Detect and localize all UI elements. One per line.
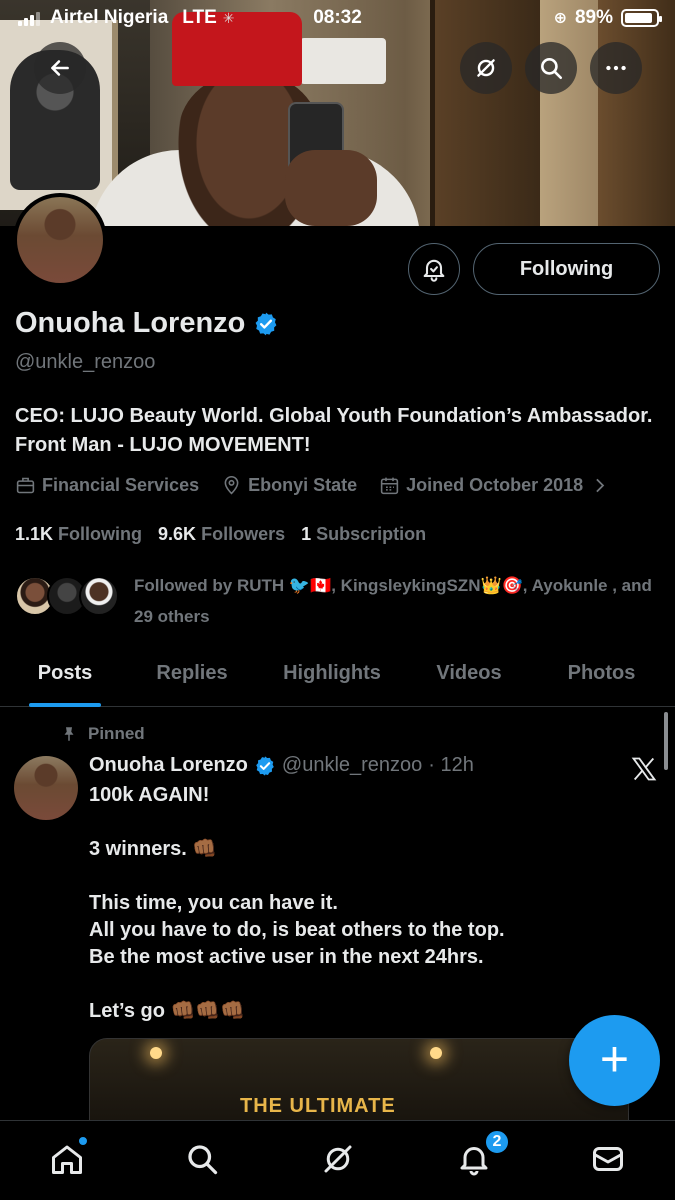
- post-text: 100k AGAIN! 3 winners. 👊🏾 This time, you…: [89, 784, 505, 1022]
- subscription-count-label: Subscription: [316, 524, 427, 544]
- profile-joined[interactable]: Joined October 2018: [379, 475, 610, 496]
- follower-avatar: [79, 576, 119, 616]
- post-header: Onuoha Lorenzo @unkle_renzoo · 12h: [89, 754, 474, 777]
- nav-home[interactable]: [47, 1135, 89, 1179]
- location-pin-icon: [224, 475, 239, 495]
- chevron-right-icon: [596, 478, 605, 493]
- profile-handle: @unkle_renzoo: [15, 351, 156, 373]
- profile-tabs: Posts Replies Highlights Videos Photos: [0, 640, 675, 707]
- followed-by-text: Followed by RUTH 🐦🇨🇦, KingsleykingSZN👑🎯,…: [134, 576, 652, 626]
- compose-post-button[interactable]: +: [569, 1015, 660, 1106]
- calendar-icon: [380, 477, 399, 495]
- search-icon: [188, 1145, 218, 1175]
- following-count: 1.1K: [15, 524, 54, 544]
- arrow-left-icon: [51, 60, 69, 76]
- following-count-label: Following: [58, 524, 143, 544]
- post-time: · 12h: [428, 754, 474, 776]
- profile-category: Financial Services: [15, 475, 199, 496]
- nav-search[interactable]: [182, 1139, 222, 1179]
- grok-icon: [324, 1145, 352, 1173]
- more-horizontal-icon: [606, 65, 626, 71]
- followed-by-row[interactable]: Followed by RUTH 🐦🇨🇦, KingsleykingSZN👑🎯,…: [15, 570, 660, 632]
- briefcase-icon: [16, 477, 35, 494]
- nav-grok[interactable]: [318, 1139, 358, 1179]
- rotation-lock-icon: ⊕: [553, 10, 567, 27]
- notifications-badge: 2: [484, 1129, 510, 1155]
- followers-count: 9.6K: [158, 524, 197, 544]
- nav-messages[interactable]: [588, 1139, 628, 1179]
- back-button[interactable]: [34, 42, 86, 94]
- tab-highlights[interactable]: Highlights: [254, 640, 410, 707]
- tab-replies[interactable]: Replies: [130, 640, 254, 707]
- home-unread-dot: [77, 1135, 89, 1147]
- nav-notifications[interactable]: 2: [454, 1129, 510, 1179]
- bell-check-icon: [423, 259, 445, 282]
- following-count-link[interactable]: 1.1K Following: [15, 524, 142, 545]
- profile-bio: CEO: LUJO Beauty World. Global Youth Fou…: [15, 405, 653, 456]
- post-author-handle: @unkle_renzoo: [281, 754, 423, 776]
- profile-name-row: Onuoha Lorenzo: [15, 307, 279, 340]
- more-button[interactable]: [590, 42, 642, 94]
- profile-counts: 1.1K Following 9.6K Followers 1 Subscrip…: [15, 524, 426, 545]
- grok-button[interactable]: [460, 42, 512, 94]
- banner-hand: [285, 150, 377, 226]
- banner-air-conditioner: [300, 38, 386, 84]
- verified-badge-icon: [256, 755, 274, 776]
- subscription-count: 1: [301, 524, 312, 544]
- media-light: [150, 1047, 162, 1059]
- category-label: Financial Services: [42, 475, 200, 495]
- joined-label: Joined October 2018: [406, 475, 584, 495]
- verified-badge-icon[interactable]: [253, 311, 279, 337]
- media-light: [430, 1047, 442, 1059]
- profile-meta: Financial Services Ebonyi State Joined O…: [15, 475, 610, 496]
- grok-icon: [477, 59, 495, 77]
- battery-percent: 89%: [574, 7, 613, 28]
- profile-location: Ebonyi State: [221, 475, 357, 496]
- battery-icon: [621, 9, 662, 27]
- following-button[interactable]: Following: [473, 243, 660, 295]
- messages-icon: [593, 1147, 623, 1171]
- tab-videos[interactable]: Videos: [410, 640, 528, 707]
- search-button[interactable]: [525, 42, 577, 94]
- subscription-count-link[interactable]: 1 Subscription: [301, 524, 426, 545]
- post-author-name[interactable]: Onuoha Lorenzo: [89, 754, 248, 777]
- bottom-navigation: 2: [0, 1120, 675, 1200]
- scrollbar[interactable]: [664, 712, 668, 770]
- notifications-toggle-button[interactable]: [408, 243, 460, 295]
- tab-photos[interactable]: Photos: [528, 640, 675, 707]
- profile-name: Onuoha Lorenzo: [15, 307, 246, 339]
- tab-posts[interactable]: Posts: [0, 640, 130, 707]
- plus-icon: +: [599, 1030, 630, 1087]
- search-icon: [541, 58, 563, 80]
- followers-count-link[interactable]: 9.6K Followers: [158, 524, 285, 545]
- profile-avatar[interactable]: [13, 193, 107, 287]
- pin-icon: [64, 727, 74, 741]
- x-logo-icon: [631, 757, 657, 781]
- followers-count-label: Followers: [201, 524, 286, 544]
- pinned-label: Pinned: [88, 724, 145, 743]
- location-label: Ebonyi State: [248, 475, 358, 495]
- post-media[interactable]: THE ULTIMATE: [89, 1038, 629, 1128]
- status-bar: Airtel Nigeria LTE ✳ 08:32 ⊕ 89%: [0, 0, 675, 36]
- post-author-avatar[interactable]: [14, 756, 78, 820]
- status-right: ⊕ 89%: [553, 7, 662, 29]
- pinned-indicator: Pinned: [60, 724, 145, 744]
- media-sign-text: THE ULTIMATE: [240, 1095, 396, 1117]
